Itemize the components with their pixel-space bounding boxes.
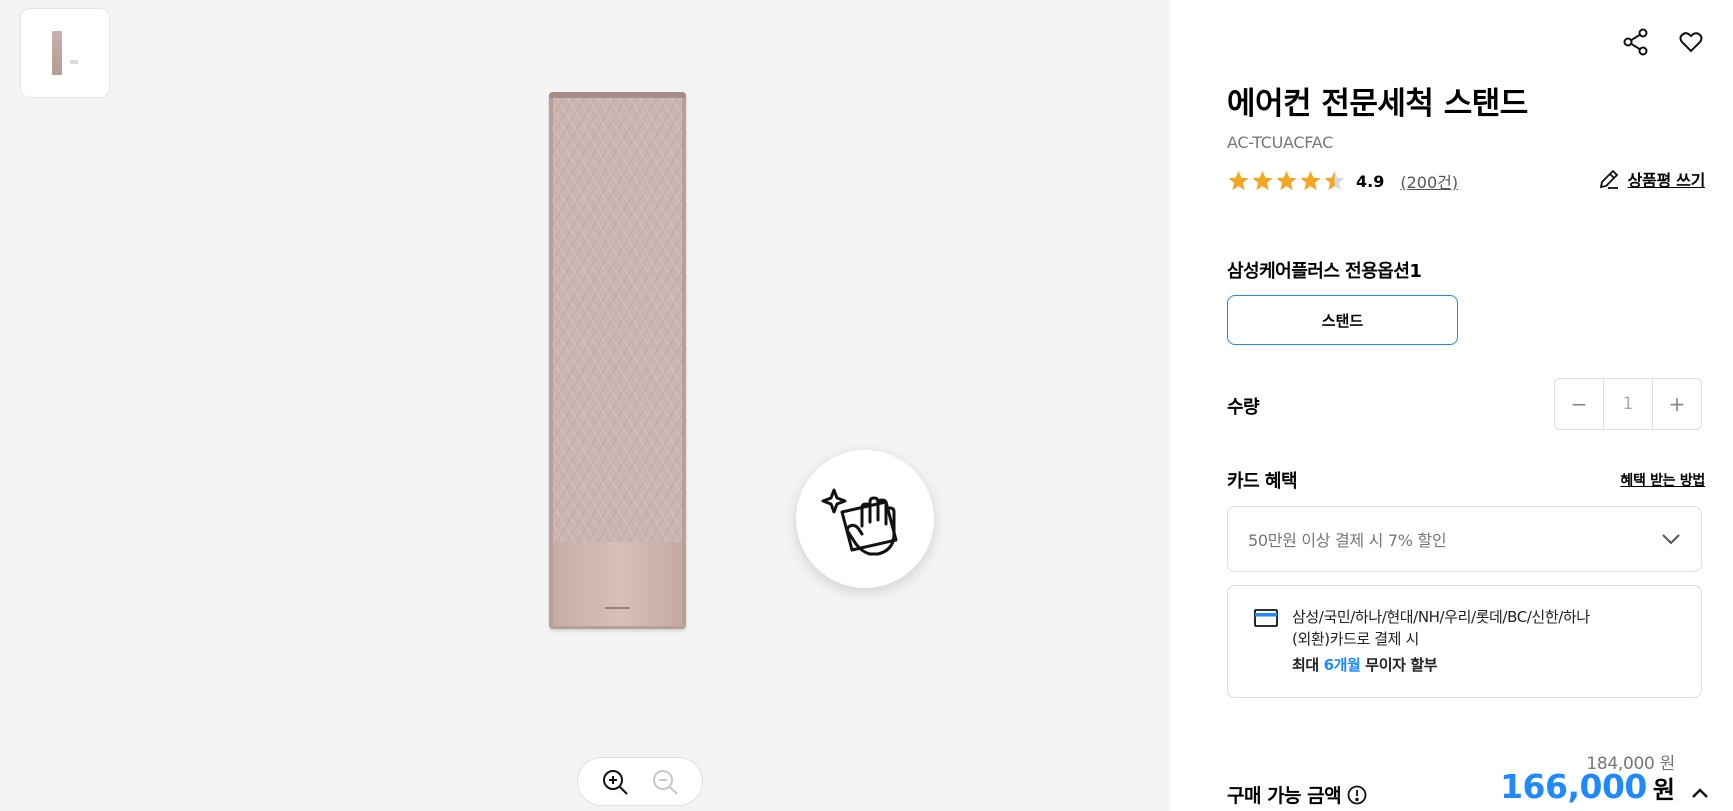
star-icon [1324, 171, 1345, 190]
installment-line: 최대 6개월 무이자 할부 [1292, 654, 1590, 676]
purchase-price-text: 구매 가능 금액 [1227, 785, 1342, 807]
option-stand-button[interactable]: 스탠드 [1227, 295, 1458, 345]
final-price-amount: 166,000 [1500, 767, 1647, 806]
card-installment-text: 삼성/국민/하나/현대/NH/우리/롯데/BC/신한/하나 (외환)카드로 결제… [1292, 606, 1590, 677]
heart-icon [1679, 32, 1703, 53]
write-review-button[interactable]: 상품평 쓰기 [1598, 167, 1705, 191]
product-model-code: AC-TCUACFAC [1227, 133, 1333, 152]
card-icon [1254, 609, 1278, 627]
card-installment-info: 삼성/국민/하나/현대/NH/우리/롯데/BC/신한/하나 (외환)카드로 결제… [1227, 585, 1702, 698]
installment-months: 6개월 [1323, 656, 1361, 674]
benefit-how-link[interactable]: 혜택 받는 방법 [1620, 470, 1705, 490]
purchase-price-label: 구매 가능 금액 [1227, 781, 1367, 808]
final-price: 166,000 원 [1500, 767, 1675, 806]
card-payment-line: (외환)카드로 결제 시 [1292, 630, 1419, 648]
product-rating: 4.9 (200건) [1227, 169, 1458, 193]
thumbnail-image [52, 31, 62, 75]
installment-suffix: 무이자 할부 [1360, 656, 1438, 674]
star-icon [1300, 171, 1321, 190]
rating-score: 4.9 [1356, 171, 1385, 191]
write-review-label: 상품평 쓰기 [1627, 171, 1706, 190]
quantity-increase-button[interactable]: + [1653, 379, 1701, 429]
star-icon [1228, 171, 1249, 190]
share-icon [1623, 28, 1648, 56]
zoom-out-button[interactable] [650, 767, 680, 797]
cleaning-hand-icon [821, 488, 898, 556]
card-list-line: 삼성/국민/하나/현대/NH/우리/롯데/BC/신한/하나 [1292, 608, 1590, 626]
product-image-air-conditioner [549, 92, 686, 629]
unit-front-panel [553, 98, 682, 542]
thumbnail-badge [70, 60, 78, 64]
star-icon [1252, 171, 1273, 190]
zoom-out-icon [653, 769, 678, 795]
share-button[interactable] [1621, 27, 1651, 57]
unit-base [553, 542, 682, 626]
pencil-icon [1599, 169, 1618, 189]
zoom-in-button[interactable] [600, 767, 630, 797]
product-info-panel: 에어컨 전문세척 스탠드 AC-TCUACFAC 4.9 (200건) 상품평 … [1170, 0, 1733, 811]
wishlist-button[interactable] [1676, 27, 1706, 57]
cleaning-badge [796, 450, 934, 588]
quantity-stepper: − 1 + [1554, 378, 1702, 430]
info-icon[interactable] [1347, 785, 1367, 805]
chevron-down-icon [1662, 534, 1680, 545]
final-price-currency: 원 [1652, 776, 1675, 804]
rating-stars [1227, 170, 1346, 192]
installment-prefix: 최대 [1292, 656, 1324, 674]
star-icon [1276, 171, 1297, 190]
zoom-in-icon [603, 769, 628, 795]
card-benefit-selected: 50만원 이상 결제 시 7% 할인 [1248, 531, 1447, 550]
unit-logo [605, 607, 630, 609]
quantity-value[interactable]: 1 [1603, 379, 1653, 429]
chevron-up-icon[interactable] [1687, 780, 1713, 806]
card-benefit-label: 카드 혜택 [1227, 471, 1298, 492]
quantity-decrease-button[interactable]: − [1555, 379, 1603, 429]
option-section-label: 삼성케어플러스 전용옵션1 [1227, 261, 1422, 282]
zoom-controls [577, 757, 703, 806]
card-benefit-dropdown[interactable]: 50만원 이상 결제 시 7% 할인 [1227, 506, 1702, 572]
product-thumbnail[interactable] [20, 8, 110, 98]
product-gallery [0, 0, 1170, 811]
quantity-label: 수량 [1227, 397, 1260, 418]
product-title: 에어컨 전문세척 스탠드 [1227, 86, 1528, 122]
review-count-link[interactable]: (200건) [1400, 169, 1458, 193]
